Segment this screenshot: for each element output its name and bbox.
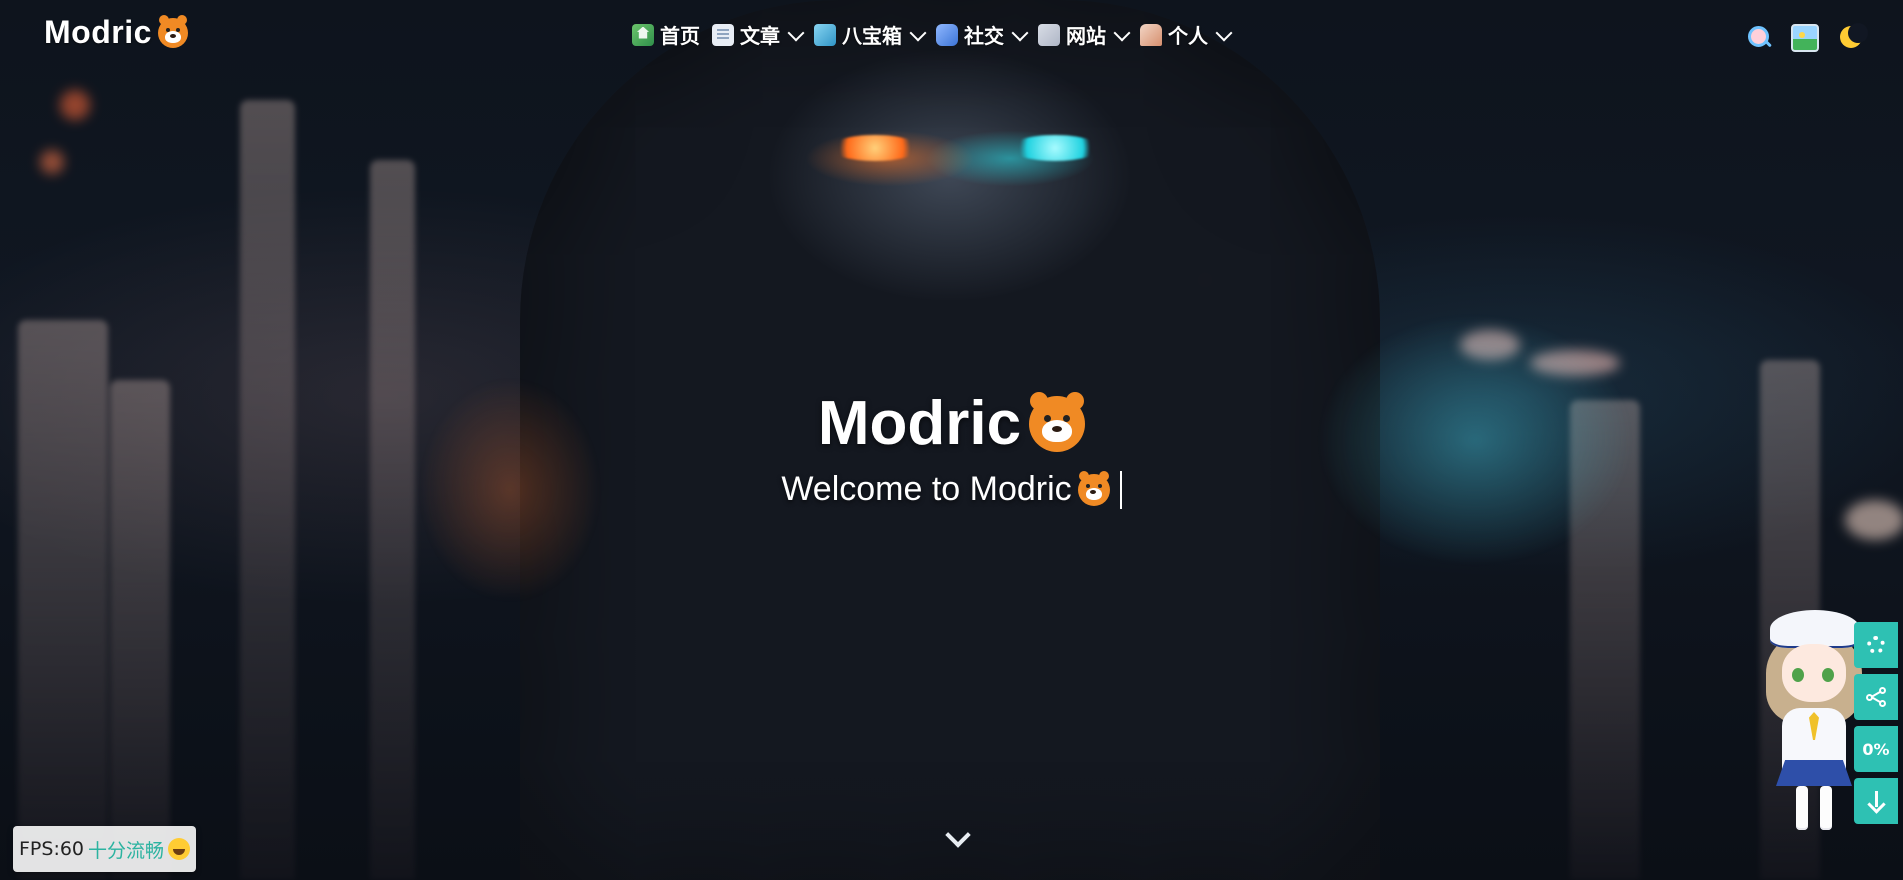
tiger-icon: [157, 14, 188, 48]
mascot-leg: [1820, 786, 1832, 830]
site-logo-link[interactable]: Modric: [44, 14, 188, 51]
moon-icon[interactable]: [1837, 23, 1868, 52]
menu-item-social[interactable]: 社交: [936, 20, 1029, 49]
settings-button[interactable]: [1854, 622, 1898, 668]
menu-item-articles[interactable]: 文章: [712, 20, 805, 49]
scroll-to-bottom-button[interactable]: [1854, 778, 1898, 824]
menu-item-label: 文章: [740, 24, 780, 48]
menu-item-label: 网站: [1066, 24, 1106, 48]
top-navbar: Modric 首页 文章 八宝箱 社交 网站 个人: [0, 0, 1903, 76]
fps-indicator: FPS:60 十分流畅: [13, 826, 197, 872]
hero-title-text: Modric: [817, 389, 1022, 458]
tiger-nose: [169, 33, 176, 38]
scroll-down-chevron-icon[interactable]: [945, 826, 967, 848]
nav-actions: [1745, 23, 1868, 52]
share-icon: [1866, 687, 1886, 707]
home-icon: [632, 23, 654, 46]
hero-subtitle: Welcome to Modric: [0, 470, 1903, 509]
tiger-icon: [1029, 391, 1086, 452]
right-side-toolbar: 0%: [1854, 622, 1898, 824]
scroll-progress-button[interactable]: 0%: [1854, 726, 1898, 772]
mascot-eye: [1792, 668, 1804, 682]
glowing-left-eye: [830, 135, 920, 161]
fps-label: FPS:60: [19, 838, 85, 860]
tiger-nose: [1089, 489, 1096, 494]
mascot-leg: [1796, 786, 1808, 830]
menu-item-home[interactable]: 首页: [632, 20, 700, 49]
chevron-down-icon: [1113, 24, 1131, 41]
tiger-nose: [1052, 425, 1063, 432]
chat-icon: [936, 23, 958, 46]
glowing-right-eye: [1010, 135, 1100, 161]
chevron-down-icon: [1215, 24, 1233, 41]
laughing-emoji-icon: [168, 838, 191, 860]
arrow-down-icon: [1867, 791, 1885, 811]
fps-status: 十分流畅: [88, 839, 165, 862]
tiger-eye: [1085, 483, 1090, 488]
search-icon[interactable]: [1745, 24, 1773, 52]
box-icon: [814, 23, 836, 46]
hero-title: Modric: [0, 388, 1903, 459]
tiger-eye: [165, 27, 170, 32]
tiger-eye: [1044, 414, 1052, 422]
share-button[interactable]: [1854, 674, 1898, 720]
hero-subtitle-text: Welcome to Modric: [781, 470, 1072, 508]
chevron-down-icon: [1011, 24, 1029, 41]
scroll-progress-text: 0%: [1862, 739, 1890, 759]
mascot-hat: [1770, 610, 1860, 648]
mascot-eye: [1822, 668, 1834, 682]
bokeh-light: [60, 90, 90, 120]
gear-icon: [1867, 636, 1885, 654]
person-icon: [1140, 23, 1162, 46]
page-viewport: Modric 首页 文章 八宝箱 社交 网站 个人 Modric Welcome…: [0, 0, 1903, 880]
document-icon: [712, 23, 734, 46]
chevron-down-icon: [787, 24, 805, 41]
menu-item-websites[interactable]: 网站: [1038, 20, 1131, 49]
menu-item-label: 八宝箱: [842, 24, 902, 48]
chevron-down-icon: [909, 24, 927, 41]
tiger-eye: [175, 27, 180, 32]
image-icon[interactable]: [1791, 24, 1819, 52]
bokeh-light: [40, 150, 64, 174]
tiger-eye: [1097, 483, 1102, 488]
tiger-icon: [1077, 470, 1110, 506]
menu-item-toolbox[interactable]: 八宝箱: [814, 20, 927, 49]
typing-cursor: [1119, 470, 1122, 509]
site-logo-text: Modric: [44, 14, 152, 50]
mascot-skirt: [1776, 760, 1852, 786]
main-menu: 首页 文章 八宝箱 社交 网站 个人: [632, 20, 1233, 49]
website-icon: [1038, 23, 1060, 46]
menu-item-label: 个人: [1168, 24, 1208, 48]
tiger-eye: [1063, 414, 1071, 422]
menu-item-personal[interactable]: 个人: [1140, 20, 1233, 49]
menu-item-label: 首页: [660, 24, 700, 48]
menu-item-label: 社交: [964, 24, 1004, 48]
